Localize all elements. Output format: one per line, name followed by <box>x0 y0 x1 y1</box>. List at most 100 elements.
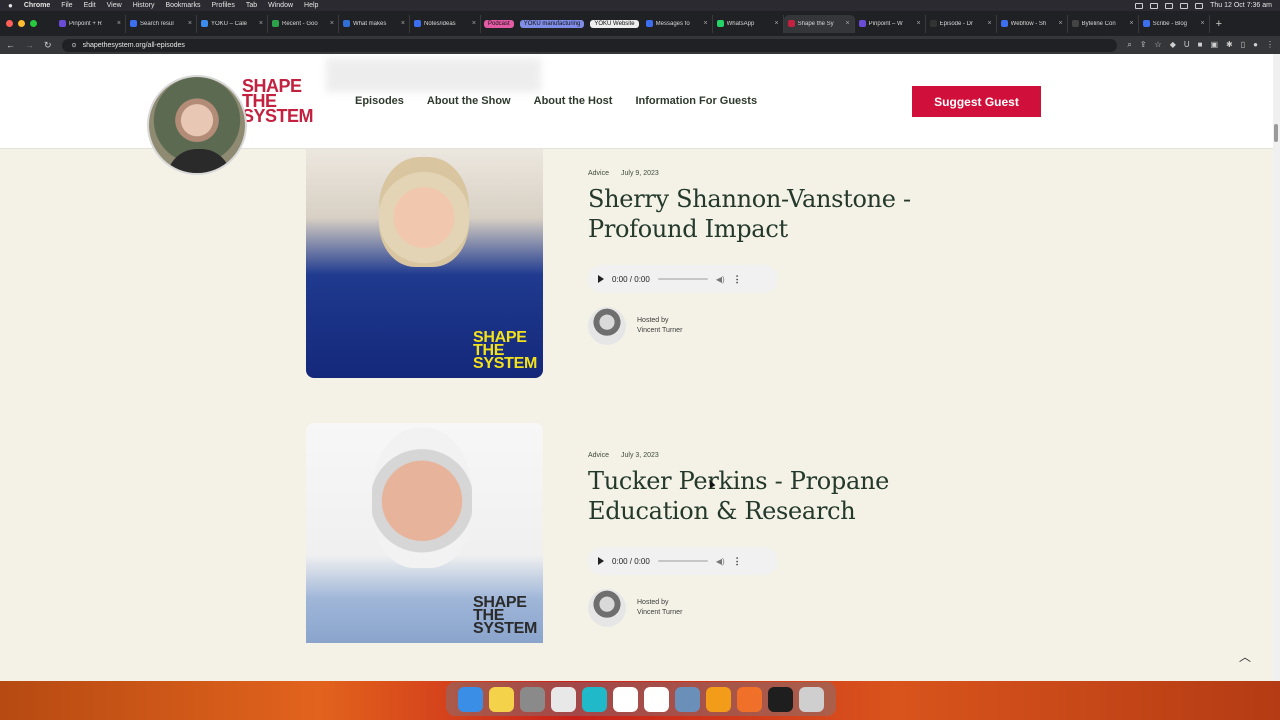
apple-icon[interactable]: ● <box>8 1 13 10</box>
bookmark-star-icon[interactable]: ☆ <box>1155 40 1162 50</box>
status-icon[interactable] <box>1150 2 1159 9</box>
close-tab-icon[interactable]: × <box>1130 20 1134 27</box>
menu-tab[interactable]: Tab <box>246 2 257 9</box>
tab-label[interactable]: Episode - Dr <box>940 21 985 27</box>
close-tab-icon[interactable]: × <box>1059 20 1063 27</box>
browser-tab[interactable]: WhatsApp × <box>713 14 784 33</box>
nav-info-guests[interactable]: Information For Guests <box>635 95 757 107</box>
nav-about-show[interactable]: About the Show <box>427 95 511 107</box>
dock-canva-icon[interactable] <box>582 686 607 712</box>
browser-tab[interactable]: YOKU manufacturing <box>517 15 588 33</box>
episode-category[interactable]: Advice <box>588 170 609 177</box>
back-icon[interactable]: ← <box>6 40 15 50</box>
scroll-to-top-icon[interactable]: ︿ <box>1239 648 1251 665</box>
browser-tab[interactable]: What makes × <box>339 14 410 33</box>
browser-tab[interactable]: YOKU – Cale × <box>197 14 268 33</box>
tab-label[interactable]: YOKU Website <box>590 19 639 28</box>
close-tab-icon[interactable]: × <box>917 20 921 27</box>
extension-icon[interactable]: U <box>1184 40 1190 50</box>
close-tab-icon[interactable]: × <box>259 20 263 27</box>
audio-player[interactable]: 0:00 / 0:00 ◀) ⋮ <box>588 265 778 293</box>
site-logo[interactable]: SHAPE THE SYSTEM <box>242 77 314 125</box>
scrollbar-thumb[interactable] <box>1274 124 1278 142</box>
menu-window[interactable]: Window <box>268 2 293 9</box>
battery-icon[interactable] <box>1165 2 1174 9</box>
menu-history[interactable]: History <box>133 2 155 9</box>
suggest-guest-button[interactable]: Suggest Guest <box>912 86 1041 117</box>
menu-view[interactable]: View <box>107 2 122 9</box>
browser-tab[interactable]: Recent - Goo × <box>268 14 339 33</box>
forward-icon[interactable]: → <box>25 40 34 50</box>
close-tab-icon[interactable]: × <box>775 20 779 27</box>
status-icon[interactable] <box>1135 2 1144 9</box>
tab-label[interactable]: Search resul <box>140 21 185 27</box>
nav-episodes[interactable]: Episodes <box>355 95 404 107</box>
tab-label[interactable]: Shape the Sy <box>798 21 843 27</box>
dock-system-settings-icon[interactable] <box>520 686 545 712</box>
volume-icon[interactable]: ◀) <box>716 557 725 566</box>
extension-icon[interactable]: ▣ <box>1210 40 1218 50</box>
dock-notes-icon[interactable] <box>489 686 514 712</box>
more-options-icon[interactable]: ⋮ <box>733 274 742 285</box>
browser-tab[interactable]: Search resul × <box>126 14 197 33</box>
dock-face-icon[interactable] <box>644 686 669 712</box>
maximize-window-icon[interactable] <box>30 20 37 27</box>
close-tab-icon[interactable]: × <box>117 20 121 27</box>
menu-profiles[interactable]: Profiles <box>211 2 234 9</box>
tab-label[interactable]: Pinpoint – W <box>869 21 914 27</box>
browser-tab[interactable]: YOKU Website <box>587 15 641 33</box>
tab-label[interactable]: Podcast <box>484 19 514 28</box>
episode-title[interactable]: Tucker Perkins - Propane Education & Res… <box>588 466 948 526</box>
menu-help[interactable]: Help <box>304 2 318 9</box>
page-scrollbar[interactable] <box>1273 54 1280 681</box>
episode-thumbnail[interactable]: SHAPE THE SYSTEM <box>306 423 543 643</box>
browser-tab[interactable]: Webflow - Sh × <box>997 14 1068 33</box>
menu-file[interactable]: File <box>61 2 72 9</box>
zoom-icon[interactable]: ⌕ <box>1127 40 1131 50</box>
browser-tab[interactable]: Scribe - Blog × <box>1139 14 1210 33</box>
episode-thumbnail[interactable]: SHAPE THE SYSTEM <box>306 149 543 378</box>
close-window-icon[interactable] <box>6 20 13 27</box>
close-tab-icon[interactable]: × <box>330 20 334 27</box>
tab-label[interactable]: YOKU manufacturing <box>519 19 585 28</box>
menu-edit[interactable]: Edit <box>84 2 96 9</box>
dock-pencil-icon[interactable] <box>737 686 762 712</box>
browser-tab[interactable]: Notes/ideas × <box>410 14 481 33</box>
browser-tab[interactable]: Byteline Con × <box>1068 14 1139 33</box>
dock-preview-icon[interactable] <box>675 686 700 712</box>
more-options-icon[interactable]: ⋮ <box>733 556 742 567</box>
wifi-icon[interactable] <box>1180 2 1189 9</box>
browser-tab[interactable]: Pinpoint – W × <box>855 14 926 33</box>
menu-kebab-icon[interactable]: ⋮ <box>1266 40 1274 50</box>
audio-progress-track[interactable] <box>657 278 708 280</box>
tab-label[interactable]: What makes <box>353 21 398 27</box>
site-info-icon[interactable]: ⊙ <box>72 42 77 49</box>
new-tab-icon[interactable]: + <box>1216 18 1222 30</box>
url-text[interactable]: shapethesystem.org/all-episodes <box>83 42 185 49</box>
play-icon[interactable] <box>598 557 604 565</box>
episode-category[interactable]: Advice <box>588 452 609 459</box>
close-tab-icon[interactable]: × <box>188 20 192 27</box>
reload-icon[interactable]: ↻ <box>44 40 52 51</box>
close-tab-icon[interactable]: × <box>401 20 405 27</box>
tab-label[interactable]: Messages fo <box>656 21 701 27</box>
menu-bookmarks[interactable]: Bookmarks <box>165 2 200 9</box>
dock-trash-icon[interactable] <box>799 686 824 712</box>
nav-about-host[interactable]: About the Host <box>534 95 613 107</box>
browser-tab[interactable]: Shape the Sy × <box>783 14 855 33</box>
dock-chrome-icon[interactable] <box>551 686 576 712</box>
tab-label[interactable]: Scribe - Blog <box>1153 21 1198 27</box>
tab-label[interactable]: Notes/ideas <box>424 21 469 27</box>
dock-slack-icon[interactable] <box>613 686 638 712</box>
profile-avatar[interactable]: ● <box>1253 40 1258 50</box>
menu-chrome[interactable]: Chrome <box>24 2 50 9</box>
episode-title[interactable]: Sherry Shannon-Vanstone - Profound Impac… <box>588 184 948 244</box>
close-tab-icon[interactable]: × <box>988 20 992 27</box>
browser-tab[interactable]: Podcast <box>481 15 517 33</box>
search-icon[interactable] <box>1195 2 1204 9</box>
share-icon[interactable]: ⇪ <box>1140 40 1147 50</box>
dock-figma-icon[interactable] <box>768 686 793 712</box>
audio-progress-track[interactable] <box>657 560 708 562</box>
browser-tab[interactable]: Pinpoint + R × <box>55 14 126 33</box>
extension-icon[interactable]: ■ <box>1198 40 1203 50</box>
